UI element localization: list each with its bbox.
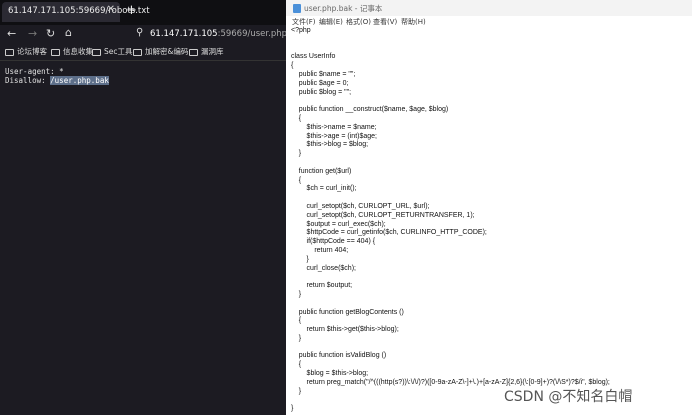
notepad-icon [293,4,301,13]
bookmark-item[interactable]: 漏洞库 [189,46,224,57]
menu-help[interactable]: 帮助(H) [401,17,426,27]
bookmark-item[interactable]: Sec工具 [92,46,133,57]
url-text: 61.147.171.105:59669/user.php.bak [150,29,306,39]
search-icon: ⚲ [136,27,144,38]
menu-file[interactable]: 文件(F) [292,17,316,27]
watermark: CSDN @不知名白帽 [504,389,633,405]
forward-icon[interactable]: → [28,27,37,40]
browser-window: 61.147.171.105:59669/robots.txt ✕ + ← → … [0,0,305,415]
url-bar[interactable]: ⚲ 61.147.171.105:59669/user.php.bak [130,26,305,43]
reload-icon[interactable]: ↻ [46,27,55,40]
menu-format[interactable]: 格式(O) [346,17,371,27]
close-icon[interactable]: ✕ [107,4,115,15]
notepad-text[interactable]: <?php class UserInfo { public $name = ""… [291,27,610,414]
bookmarks-bar: 论坛博客 信息收集 Sec工具 加解密&编码 漏洞库 [0,44,286,61]
menu-bar: 文件(F) 编辑(E) 格式(O) 查看(V) 帮助(H) [286,16,692,27]
bookmark-item[interactable]: 加解密&编码 [133,46,188,57]
tab-bar: 61.147.171.105:59669/robots.txt ✕ + [0,0,286,25]
robots-content: User-agent: * Disallow: /user.php.bak [5,67,109,85]
menu-edit[interactable]: 编辑(E) [319,17,343,27]
nav-bar: ← → ↻ ⌂ ⚲ 61.147.171.105:59669/user.php.… [0,25,305,44]
bookmark-item[interactable]: 论坛博客 [5,46,47,57]
tab-robots[interactable]: 61.147.171.105:59669/robots.txt ✕ [2,2,150,22]
notepad-title: user.php.bak - 记事本 [304,4,383,13]
new-tab-button[interactable]: + [126,3,137,18]
home-icon[interactable]: ⌂ [65,26,72,39]
notepad-window: user.php.bak - 记事本 文件(F) 编辑(E) 格式(O) 查看(… [286,0,692,415]
back-icon[interactable]: ← [7,27,16,40]
notepad-titlebar: user.php.bak - 记事本 [286,0,692,16]
bookmark-item[interactable]: 信息收集 [51,46,93,57]
menu-view[interactable]: 查看(V) [373,17,397,27]
selected-path: /user.php.bak [50,76,109,85]
